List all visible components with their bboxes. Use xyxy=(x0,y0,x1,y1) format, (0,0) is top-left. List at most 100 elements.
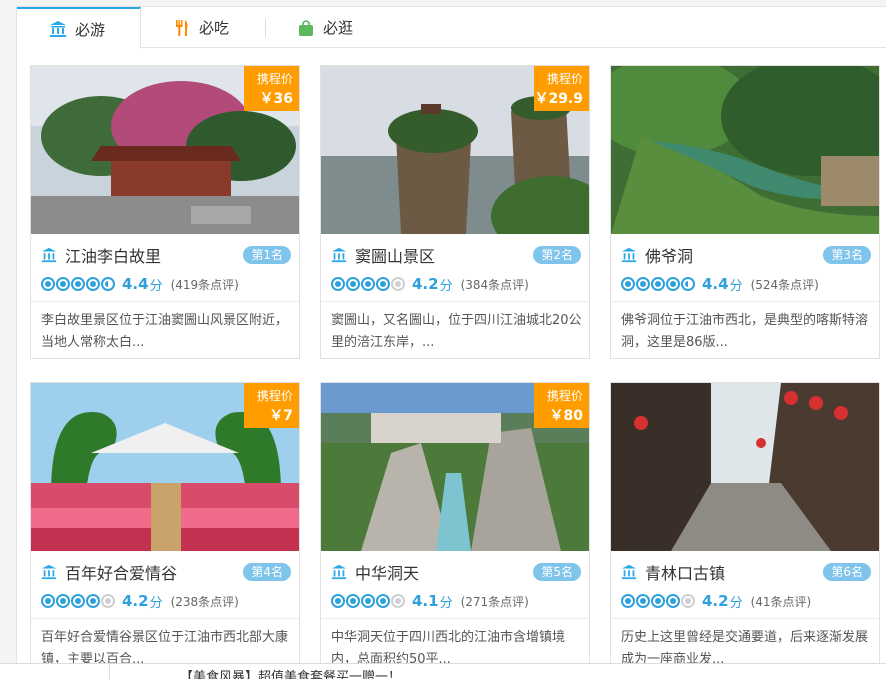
review-count[interactable]: (41条点评) xyxy=(751,593,812,610)
category-tabs: 必游 必吃 必逛 xyxy=(17,7,886,49)
rating-dot-icon xyxy=(666,594,680,608)
bank-icon xyxy=(331,564,347,580)
tab-label: 必游 xyxy=(75,20,106,39)
divider xyxy=(31,618,299,619)
price-label: 携程价 xyxy=(546,389,583,403)
rating-score: 4.2 xyxy=(412,275,439,293)
review-count[interactable]: (524条点评) xyxy=(751,276,819,293)
review-count[interactable]: (271条点评) xyxy=(461,593,529,610)
price-label: 携程价 xyxy=(546,72,583,86)
rating-dot-icon xyxy=(56,277,70,291)
bank-icon xyxy=(50,21,66,37)
rank-badge: 第5名 xyxy=(533,563,581,581)
rating-dot-icon xyxy=(331,277,345,291)
rating-dot-icon xyxy=(621,594,635,608)
promo-link[interactable]: 【美食风暴】超值美食套餐买一赠一！ xyxy=(180,666,401,679)
attraction-name[interactable]: 窦圌山景区 xyxy=(355,243,435,267)
rating-dot-half-icon xyxy=(101,277,115,291)
rating: 4.4 分 (419条点评) xyxy=(41,274,239,294)
rating-dot-empty-icon xyxy=(101,594,115,608)
rating-score: 4.1 xyxy=(412,592,439,610)
rating-unit: 分 xyxy=(439,595,453,611)
rating-dot-icon xyxy=(41,277,55,291)
shopping-bag-icon xyxy=(299,19,313,36)
divider xyxy=(611,301,879,302)
price-label: 携程价 xyxy=(256,72,293,86)
rating: 4.2 分 (41条点评) xyxy=(621,591,811,611)
attraction-name[interactable]: 百年好合爱情谷 xyxy=(65,560,177,584)
price-tag: 携程价 ￥36 xyxy=(244,66,299,111)
rating-score: 4.4 xyxy=(702,275,729,293)
rating: 4.4 分 (524条点评) xyxy=(621,274,819,294)
rating: 4.1 分 (271条点评) xyxy=(331,591,529,611)
attraction-card[interactable]: 携程价 ￥7 百年好合爱情谷 第4名 4.2 分 (238条点评) 百年好合爱情谷景… xyxy=(30,382,300,676)
rating: 4.2 分 (238条点评) xyxy=(41,591,239,611)
attraction-card[interactable]: 青林口古镇 第6名 4.2 分 (41条点评) 历史上这里曾经是交通要道，后来逐渐… xyxy=(610,382,880,676)
rank-badge: 第4名 xyxy=(243,563,291,581)
attraction-description: 窦圌山，又名圌山，位于四川江油城北20公里的涪江东岸，... xyxy=(331,313,582,350)
price-tag: 携程价 ￥80 xyxy=(534,383,589,428)
attraction-name[interactable]: 青林口古镇 xyxy=(645,560,725,584)
rating-score: 4.4 xyxy=(122,275,149,293)
attraction-card[interactable]: 携程价 ￥80 中华洞天 第5名 4.1 分 (271条点评) 中华洞天位于四川西北… xyxy=(320,382,590,676)
price-tag: 携程价 ￥7 xyxy=(244,383,299,428)
bank-icon xyxy=(331,247,347,263)
attraction-name[interactable]: 江油李白故里 xyxy=(65,243,161,267)
fork-knife-icon xyxy=(176,19,188,36)
attraction-photo[interactable]: 携程价 ￥36 xyxy=(31,66,299,234)
rating-dot-icon xyxy=(71,594,85,608)
rating-dot-icon xyxy=(346,277,360,291)
rating-dot-icon xyxy=(71,277,85,291)
review-count[interactable]: (238条点评) xyxy=(171,593,239,610)
rating-dot-icon xyxy=(86,594,100,608)
attraction-photo[interactable]: 携程价 ￥7 xyxy=(31,383,299,551)
divider xyxy=(611,618,879,619)
promo-bar-left xyxy=(0,664,110,679)
bank-icon xyxy=(621,247,637,263)
attraction-description: 李白故里景区位于江油窦圌山风景区附近，当地人常称太白... xyxy=(41,313,289,350)
rating-unit: 分 xyxy=(439,278,453,294)
rating-dot-icon xyxy=(86,277,100,291)
price-amount: ￥80 xyxy=(549,408,583,424)
rating-unit: 分 xyxy=(149,278,163,294)
rating-dot-icon xyxy=(621,277,635,291)
bank-icon xyxy=(41,564,57,580)
promo-bar: 【美食风暴】超值美食套餐买一赠一！ xyxy=(0,663,886,679)
price-tag: 携程价 ￥29.9 xyxy=(534,66,589,111)
attraction-photo[interactable] xyxy=(611,66,879,234)
rating-unit: 分 xyxy=(729,595,743,611)
rating-dot-icon xyxy=(56,594,70,608)
rank-badge: 第6名 xyxy=(823,563,871,581)
rating-dot-icon xyxy=(376,277,390,291)
tab-label: 必逛 xyxy=(323,19,354,37)
rating-dot-icon xyxy=(41,594,55,608)
rank-badge: 第2名 xyxy=(533,246,581,264)
tab-must-shop[interactable]: 必逛 xyxy=(297,7,353,48)
rating-dot-empty-icon xyxy=(391,277,405,291)
price-amount: ￥7 xyxy=(269,408,293,424)
review-count[interactable]: (384条点评) xyxy=(461,276,529,293)
rating-dot-icon xyxy=(331,594,345,608)
attraction-card[interactable]: 携程价 ￥36 江油李白故里 第1名 4.4 分 (419条点评) 李白故里景区位于… xyxy=(30,65,300,359)
divider xyxy=(321,618,589,619)
rating: 4.2 分 (384条点评) xyxy=(331,274,529,294)
attraction-photo[interactable] xyxy=(611,383,879,551)
price-label: 携程价 xyxy=(256,389,293,403)
review-count[interactable]: (419条点评) xyxy=(171,276,239,293)
attraction-card[interactable]: 携程价 ￥29.9 窦圌山景区 第2名 4.2 分 (384条点评) 窦圌山，又名圌… xyxy=(320,65,590,359)
tab-must-eat[interactable]: 必吃 xyxy=(173,7,229,48)
bank-icon xyxy=(41,247,57,263)
divider xyxy=(321,301,589,302)
attraction-name[interactable]: 中华洞天 xyxy=(355,560,419,584)
rating-dot-icon xyxy=(376,594,390,608)
tab-must-visit[interactable]: 必游 xyxy=(17,7,141,49)
rating-dot-icon xyxy=(636,277,650,291)
rating-dot-icon xyxy=(361,594,375,608)
tab-separator xyxy=(265,19,266,37)
attraction-name[interactable]: 佛爷洞 xyxy=(645,243,693,267)
rank-badge: 第1名 xyxy=(243,246,291,264)
attraction-photo[interactable]: 携程价 ￥80 xyxy=(321,383,589,551)
attraction-description: 佛爷洞位于江油市西北，是典型的喀斯特溶洞，这里是86版... xyxy=(621,313,869,350)
attraction-card[interactable]: 佛爷洞 第3名 4.4 分 (524条点评) 佛爷洞位于江油市西北，是典型的喀斯特… xyxy=(610,65,880,359)
attraction-photo[interactable]: 携程价 ￥29.9 xyxy=(321,66,589,234)
